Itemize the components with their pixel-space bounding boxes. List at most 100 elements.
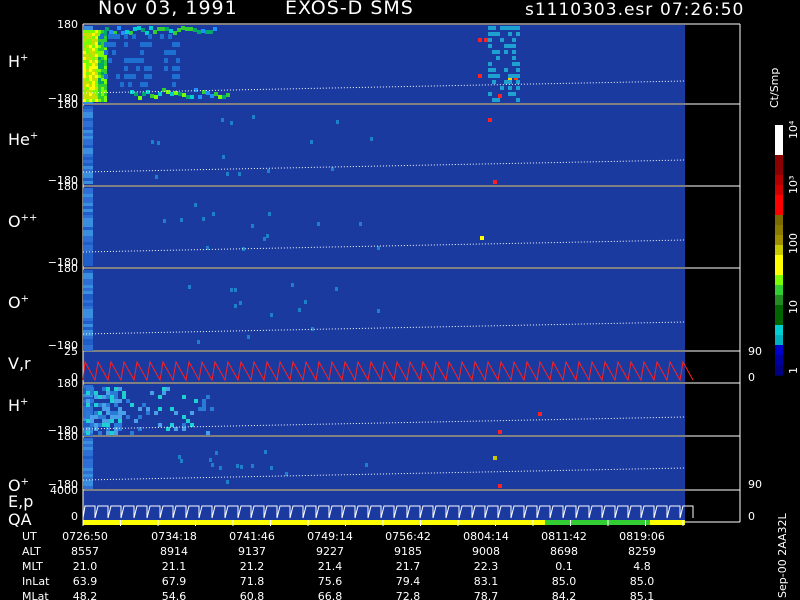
footer-cell: 22.3 bbox=[473, 560, 499, 573]
h-plus-hot-cell bbox=[95, 78, 98, 81]
lower-h-cell bbox=[102, 415, 106, 419]
event-cell bbox=[488, 62, 492, 66]
panel-label-text: O bbox=[8, 212, 21, 231]
event-cell bbox=[512, 92, 516, 96]
qa-bar-green bbox=[545, 520, 650, 525]
h-plus-hot-cell bbox=[101, 63, 104, 66]
dim-cell bbox=[298, 308, 301, 312]
h-plus-scatter-cell bbox=[116, 34, 120, 39]
footer-cell: 21.4 bbox=[317, 560, 343, 573]
left-edge-cell bbox=[83, 166, 93, 169]
h-plus-hot-cell bbox=[89, 45, 92, 48]
h-plus-hot-cell bbox=[95, 48, 98, 51]
event-cell bbox=[516, 68, 520, 72]
h-plus-scatter-cell bbox=[148, 66, 152, 71]
h-plus-hot-cell bbox=[92, 84, 95, 87]
lower-h-cell bbox=[94, 411, 98, 415]
hot-spot-11 bbox=[498, 430, 502, 434]
h-plus-hot-cell bbox=[83, 36, 86, 39]
lower-h-cell bbox=[106, 419, 110, 423]
lower-h-cell bbox=[182, 427, 186, 431]
colorbar-segment bbox=[775, 255, 783, 266]
h-plus-scatter-cell bbox=[140, 50, 144, 55]
h-plus-top-cell bbox=[105, 27, 109, 31]
event-cell bbox=[512, 62, 516, 66]
event-cell bbox=[512, 38, 516, 42]
event-cell bbox=[488, 38, 492, 42]
h-plus-scatter-cell bbox=[112, 42, 116, 47]
lower-h-cell bbox=[102, 423, 106, 427]
h-plus-top-cell bbox=[197, 30, 201, 34]
h-plus-top-cell bbox=[149, 26, 153, 30]
lower-h-cell bbox=[98, 431, 102, 435]
h-plus-hot-cell bbox=[86, 72, 89, 75]
left-edge-cell bbox=[83, 297, 93, 300]
left-edge-cell bbox=[83, 109, 93, 112]
h-plus-bottom-cell bbox=[226, 93, 230, 97]
h-plus-hot-cell bbox=[95, 63, 98, 66]
colorbar-segment bbox=[775, 125, 783, 136]
h-plus-scatter-cell bbox=[176, 42, 180, 47]
left-edge-cell bbox=[83, 206, 93, 209]
lower-h-cell bbox=[98, 411, 102, 415]
h-plus-top-cell bbox=[117, 26, 121, 30]
h-plus-hot-cell bbox=[104, 84, 107, 87]
footer-cell: 8259 bbox=[628, 545, 656, 558]
dim-cell bbox=[377, 246, 380, 250]
left-edge-cell bbox=[83, 486, 93, 489]
h-plus-scatter-cell bbox=[176, 66, 180, 71]
dim-cell bbox=[221, 118, 224, 122]
h-plus-scatter-cell bbox=[116, 74, 120, 79]
h-plus-top-cell bbox=[213, 27, 217, 31]
dim-cell bbox=[263, 237, 266, 241]
h-plus-hot-cell bbox=[101, 84, 104, 87]
event-cell bbox=[504, 80, 508, 84]
h-plus-bottom-cell bbox=[138, 96, 142, 100]
event-cell bbox=[500, 26, 504, 30]
footer-cell: 21.7 bbox=[395, 560, 421, 573]
h-plus-bottom-cell bbox=[214, 92, 218, 96]
event-cell bbox=[512, 44, 516, 48]
colorbar-segment bbox=[775, 335, 783, 346]
h-plus-hot-cell bbox=[95, 51, 98, 54]
h-plus-hot-cell bbox=[98, 57, 101, 60]
lower-h-cell bbox=[162, 391, 166, 395]
colorbar-segment bbox=[775, 265, 783, 276]
lower-h-cell bbox=[202, 399, 206, 403]
left-edge-cell bbox=[83, 339, 93, 342]
footer-cell: 0756:42 bbox=[385, 530, 431, 543]
left-edge-cell bbox=[83, 263, 93, 266]
h-plus-hot-cell bbox=[98, 39, 101, 42]
h-plus-hot-cell bbox=[83, 42, 86, 45]
h-plus-scatter-cell bbox=[172, 66, 176, 71]
colorbar-segment bbox=[775, 305, 783, 316]
left-edge-cell bbox=[83, 136, 93, 139]
lower-h-cell bbox=[94, 427, 98, 431]
h-plus-hot-cell bbox=[86, 45, 89, 48]
left-edge-cell bbox=[83, 215, 93, 218]
h-plus-top-cell bbox=[201, 29, 205, 33]
colorbar-segment bbox=[775, 285, 783, 296]
h-plus-hot-cell bbox=[98, 78, 101, 81]
panel-top-tick: 180 bbox=[57, 18, 78, 31]
h-plus-hot-cell bbox=[101, 60, 104, 63]
colorbar-segment bbox=[775, 195, 783, 206]
h-plus-hot-cell bbox=[86, 96, 89, 99]
left-edge-cell bbox=[83, 221, 93, 224]
colorbar-tick: 10³ bbox=[787, 175, 800, 194]
h-plus-hot-cell bbox=[83, 63, 86, 66]
lower-h-cell bbox=[106, 411, 110, 415]
lower-h-cell bbox=[118, 407, 122, 411]
lower-h-cell bbox=[90, 415, 94, 419]
lower-h-cell bbox=[98, 403, 102, 407]
event-cell bbox=[516, 80, 520, 84]
h-plus-hot-cell bbox=[86, 84, 89, 87]
lower-h-cell bbox=[106, 431, 110, 435]
lower-h-cell bbox=[86, 391, 90, 395]
dim-cell bbox=[163, 219, 166, 223]
lower-h-cell bbox=[106, 391, 110, 395]
h-plus-hot-cell bbox=[89, 69, 92, 72]
dim-cell bbox=[247, 335, 250, 339]
h-plus-scatter-cell bbox=[132, 74, 136, 79]
h-plus-top-cell bbox=[181, 26, 185, 30]
